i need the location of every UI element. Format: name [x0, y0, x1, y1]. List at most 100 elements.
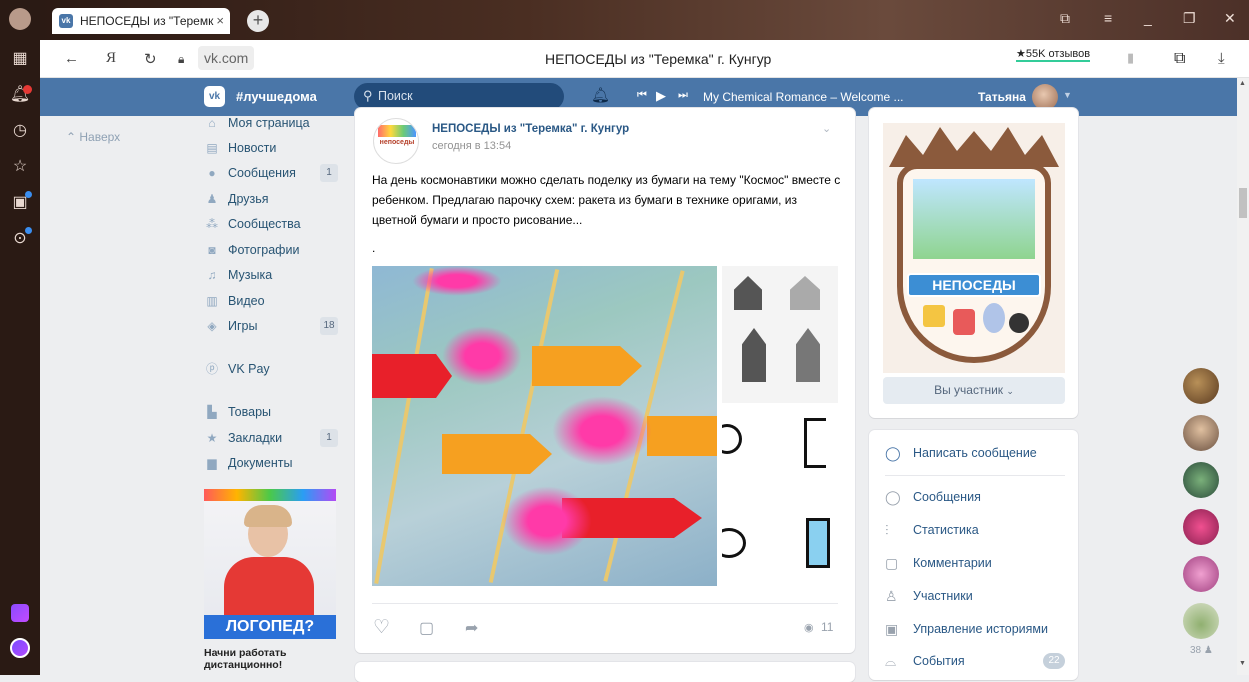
bookmark-star-icon: ★	[206, 431, 218, 445]
apps-grid-icon[interactable]: ▦	[0, 44, 40, 74]
tab-title: НЕПОСЕДЫ из "Теремк	[80, 14, 214, 28]
friend-avatar[interactable]	[1183, 603, 1219, 639]
favorites-star-icon[interactable]: ☆	[0, 152, 40, 182]
post-menu-chevron-icon[interactable]: ⌄	[822, 122, 831, 135]
post-dot: .	[372, 241, 376, 255]
write-message-link[interactable]: ◯ Написать сообщение	[885, 443, 1037, 463]
messages-count-badge: 1	[320, 164, 338, 182]
communities-icon: ⁂	[206, 217, 218, 231]
group-stats-link[interactable]: ⫶ Статистика	[885, 520, 979, 540]
group-events-link[interactable]: ⌓ События	[885, 651, 965, 671]
alice-home-icon[interactable]	[11, 604, 29, 622]
nav-video[interactable]: ▥ Видео	[205, 291, 264, 311]
nav-messages[interactable]: ● Сообщения	[205, 163, 295, 183]
search-input[interactable]: ⚲ Поиск	[354, 83, 564, 110]
new-tab-button[interactable]: +	[247, 10, 269, 32]
nav-communities[interactable]: ⁂ Сообщества	[205, 214, 301, 234]
share-arrow-icon[interactable]: ➦	[465, 618, 478, 638]
profile-icon[interactable]	[0, 4, 40, 34]
ad-caption[interactable]: Начни работать дистанционно!	[204, 647, 336, 671]
friend-avatar[interactable]	[1183, 368, 1219, 404]
page-scrollbar[interactable]: ▲ ▼	[1237, 78, 1249, 675]
bookmark-icon[interactable]: ▮	[1127, 50, 1134, 66]
nav-games[interactable]: ◈ Игры	[205, 316, 257, 336]
stories-management-link[interactable]: ▣ Управление историями	[885, 619, 1048, 639]
play-icon[interactable]: ▶	[656, 88, 666, 104]
download-icon[interactable]: ⤓	[1218, 50, 1225, 67]
group-messages-link[interactable]: ◯ Сообщения	[885, 487, 981, 507]
friend-avatar[interactable]	[1183, 415, 1219, 451]
nav-bookmarks[interactable]: ★ Закладки	[205, 428, 283, 448]
scroll-down-icon[interactable]: ▼	[1239, 660, 1246, 667]
search-placeholder: Поиск	[378, 89, 413, 103]
reload-icon[interactable]: ↻	[144, 50, 157, 68]
bar-chart-icon: ⫶	[885, 522, 889, 538]
gamepad-icon: ◈	[207, 319, 217, 333]
group-avatar[interactable]: непоседы	[373, 118, 419, 164]
player-track[interactable]: My Chemical Romance – Welcome ...	[703, 90, 904, 104]
friend-avatar[interactable]	[1183, 509, 1219, 545]
vk-logo-icon[interactable]: vk	[204, 86, 225, 107]
prev-track-icon[interactable]: ⏮	[637, 89, 647, 102]
post-photo-origami-scheme[interactable]	[722, 266, 838, 403]
post-photo-rockets[interactable]	[372, 266, 717, 586]
nav-goods[interactable]: ▙ Товары	[205, 402, 271, 422]
ad-image[interactable]: ЛОГОПЕД?	[204, 489, 336, 639]
url-field[interactable]: vk.com	[198, 46, 255, 70]
nav-music[interactable]: ♫ Музыка	[205, 265, 273, 285]
browser-tab[interactable]: vk НЕПОСЕДЫ из "Теремк ×	[52, 8, 230, 34]
next-post-card	[355, 662, 855, 682]
media-play-icon[interactable]: ⊙	[0, 224, 40, 254]
translate-icon[interactable]: ⧉	[1174, 50, 1185, 68]
person-icon: ♟	[1203, 645, 1213, 656]
post-card: непоседы НЕПОСЕДЫ из "Теремка" г. Кунгур…	[355, 108, 855, 653]
nav-vkpay[interactable]: ⓟ VK Pay	[205, 359, 270, 379]
page-title: НЕПОСЕДЫ из "Теремка" г. Кунгур	[545, 51, 772, 67]
restore-icon[interactable]: ❐	[1183, 10, 1196, 27]
collections-icon[interactable]: ▣	[0, 188, 40, 218]
online-friends-count[interactable]: 38 ♟	[1190, 645, 1213, 656]
post-time[interactable]: сегодня в 13:54	[432, 140, 511, 152]
post-photo-drawing-scheme[interactable]	[722, 406, 838, 586]
tab-manager-icon[interactable]: ⧉	[1060, 10, 1070, 27]
friend-avatar[interactable]	[1183, 462, 1219, 498]
friends-icon: ♟	[206, 192, 218, 206]
notifications-icon[interactable]: 🔔︎	[0, 80, 40, 110]
bookmarks-count-badge: 1	[320, 429, 338, 447]
post-author[interactable]: НЕПОСЕДЫ из "Теремка" г. Кунгур	[432, 123, 629, 135]
hashtag-label[interactable]: #лучшедома	[236, 89, 317, 104]
document-icon: ▆	[207, 456, 217, 470]
scroll-up-icon[interactable]: ▲	[1239, 80, 1246, 87]
message-icon: ◯	[885, 489, 901, 505]
scroll-to-top-link[interactable]: ⌃ Наверх	[66, 130, 120, 144]
friend-avatar[interactable]	[1183, 556, 1219, 592]
next-track-icon[interactable]: ⏭	[678, 89, 688, 102]
chevron-down-icon[interactable]: ▼	[1063, 90, 1072, 100]
nav-documents[interactable]: ▆ Документы	[205, 453, 292, 473]
bell-icon[interactable]: 🔔︎	[591, 86, 610, 104]
tab-close-icon[interactable]: ×	[216, 8, 224, 34]
alice-assistant-icon[interactable]	[10, 638, 30, 658]
home-icon: ⌂	[208, 116, 216, 130]
nav-my-page[interactable]: ⌂ Моя страница	[205, 113, 309, 133]
history-icon[interactable]: ◷	[0, 116, 40, 146]
close-window-icon[interactable]: ✕	[1224, 10, 1236, 27]
nav-photos[interactable]: ◙ Фотографии	[205, 240, 299, 260]
reviews-badge[interactable]: ★55K отзывов	[1016, 47, 1091, 62]
tab-bar: vk НЕПОСЕДЫ из "Теремк × + ⧉ ≡ _ ❐ ✕	[40, 0, 1249, 40]
group-cover-image[interactable]: НЕПОСЕДЫ	[883, 123, 1065, 373]
nav-friends[interactable]: ♟ Друзья	[205, 189, 269, 209]
yandex-logo-icon[interactable]: Я	[106, 50, 116, 67]
like-heart-icon[interactable]: ♡	[373, 616, 390, 639]
games-count-badge: 18	[320, 317, 338, 335]
nav-news[interactable]: ▤ Новости	[205, 138, 276, 158]
comment-icon[interactable]: ▢	[419, 618, 434, 638]
member-dropdown-button[interactable]: Вы участник ⌄	[883, 377, 1065, 404]
group-comments-link[interactable]: ▢ Комментарии	[885, 553, 992, 573]
group-members-link[interactable]: ♙ Участники	[885, 586, 973, 606]
user-name[interactable]: Татьяна	[978, 90, 1026, 104]
menu-icon[interactable]: ≡	[1104, 10, 1112, 26]
avatar[interactable]	[1032, 84, 1058, 110]
back-arrow-icon[interactable]: ←	[64, 50, 79, 67]
minimize-icon[interactable]: _	[1144, 10, 1152, 26]
